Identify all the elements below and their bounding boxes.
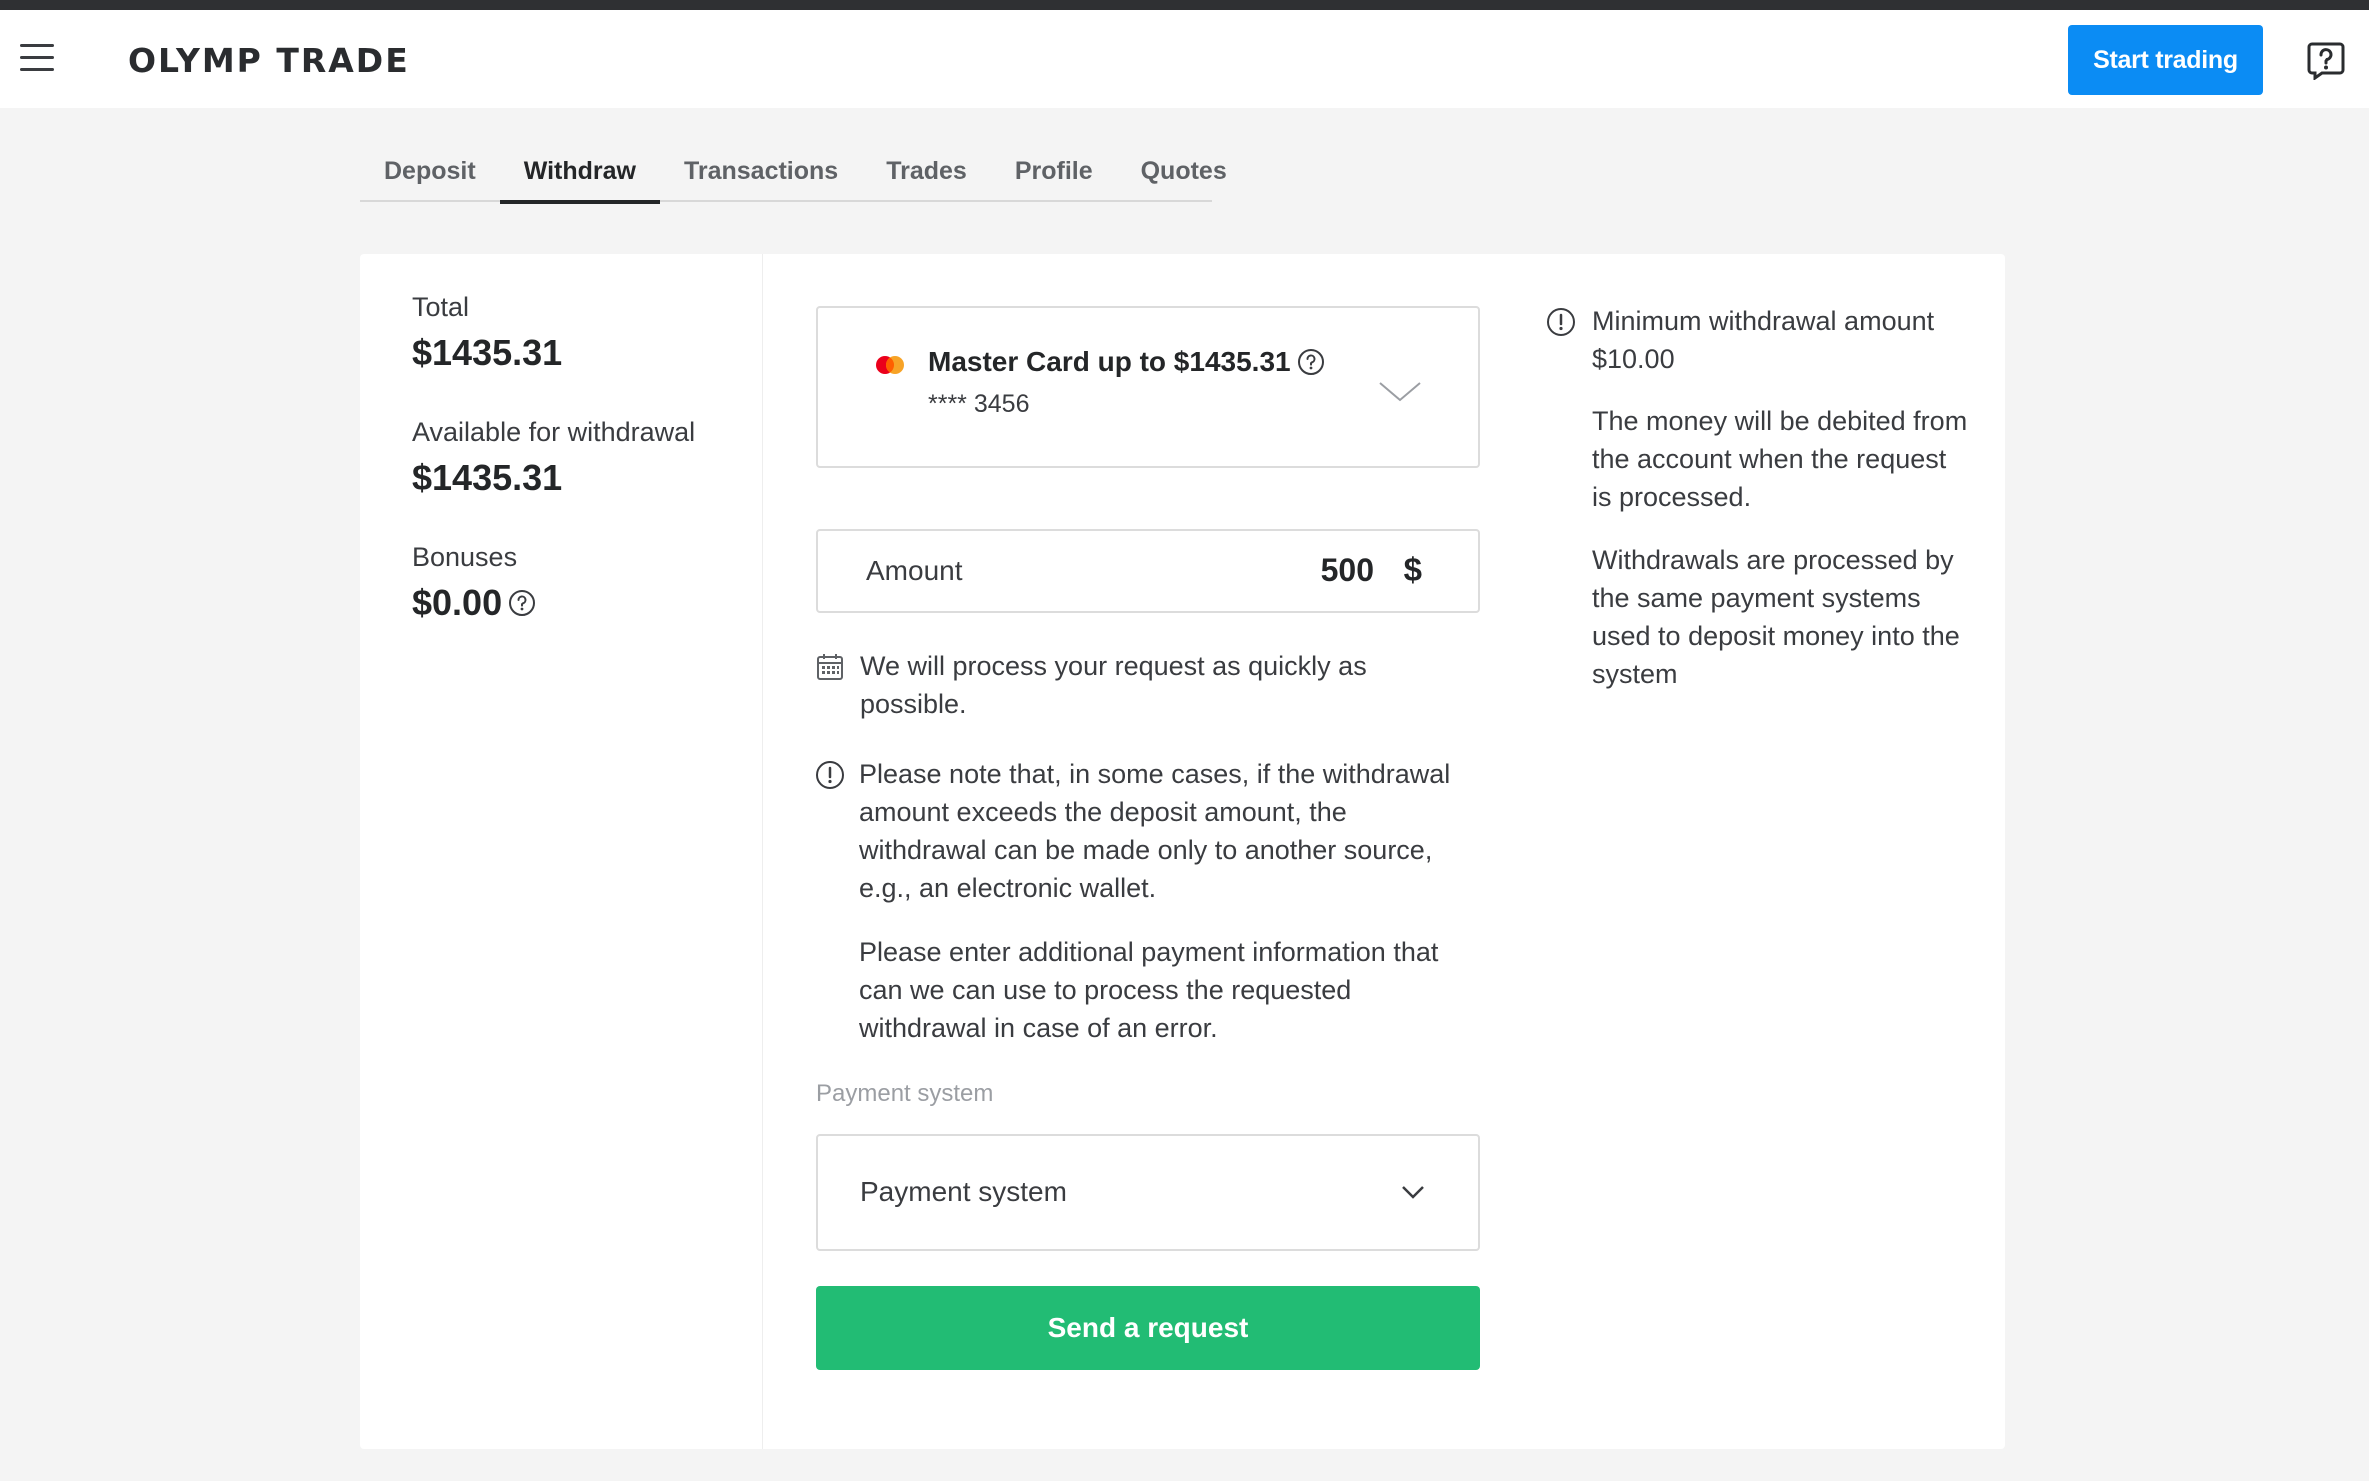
bonuses-label: Bonuses bbox=[412, 542, 518, 572]
total-value: $1435.31 bbox=[412, 332, 562, 374]
bonuses-value: $0.00 bbox=[412, 582, 536, 624]
tab-quotes[interactable]: Quotes bbox=[1117, 140, 1251, 202]
start-trading-button[interactable]: Start trading bbox=[2068, 25, 2263, 95]
calendar-icon bbox=[817, 654, 843, 680]
send-request-button[interactable]: Send a request bbox=[816, 1286, 1480, 1370]
minimum-withdrawal-note: Minimum withdrawal amount $10.00 bbox=[1592, 306, 1935, 374]
amount-field[interactable]: Amount 500 $ bbox=[816, 529, 1480, 613]
amount-label: Amount bbox=[866, 555, 963, 586]
amount-input[interactable]: 500 bbox=[1321, 552, 1374, 589]
top-strip bbox=[0, 0, 2369, 10]
mastercard-icon bbox=[876, 356, 904, 374]
total-label: Total bbox=[412, 292, 470, 322]
payment-system-select[interactable]: Payment system bbox=[816, 1134, 1480, 1251]
payment-system-value: Payment system bbox=[860, 1176, 1067, 1207]
help-icon[interactable] bbox=[2306, 40, 2346, 80]
question-icon[interactable] bbox=[1297, 348, 1325, 376]
tab-trades[interactable]: Trades bbox=[862, 140, 991, 202]
card-title-text: Master Card up to $1435.31 bbox=[928, 346, 1291, 377]
tab-withdraw[interactable]: Withdraw bbox=[499, 140, 661, 204]
chevron-down-icon bbox=[1402, 1186, 1424, 1199]
account-tabs: Deposit Withdraw Transactions Trades Pro… bbox=[360, 140, 1227, 204]
card-number: **** 3456 bbox=[928, 390, 1030, 418]
processing-note: Withdrawals are processed by the same pa… bbox=[1592, 545, 1960, 689]
currency-symbol: $ bbox=[1403, 551, 1422, 588]
question-icon[interactable] bbox=[508, 589, 536, 617]
info-icon bbox=[816, 761, 844, 789]
chevron-down-icon[interactable] bbox=[1378, 380, 1422, 404]
tab-profile[interactable]: Profile bbox=[991, 140, 1117, 202]
process-note: We will process your request as quickly … bbox=[860, 651, 1367, 719]
card-title: Master Card up to $1435.31 bbox=[928, 346, 1325, 378]
additional-info-note: Please enter additional payment informat… bbox=[859, 937, 1439, 1043]
logo[interactable]: OLYMP TRADE bbox=[128, 40, 410, 80]
withdraw-card: Total $1435.31 Available for withdrawal … bbox=[360, 254, 2005, 1449]
available-amount: $1435.31 bbox=[412, 457, 563, 498]
available-label: Available for withdrawal bbox=[412, 417, 696, 447]
card-select[interactable]: Master Card up to $1435.31 **** 3456 bbox=[816, 306, 1480, 468]
info-icon bbox=[1547, 308, 1575, 336]
balance-panel: Total $1435.31 Available for withdrawal … bbox=[360, 254, 763, 1449]
logo-text: OLYMP TRADE bbox=[128, 40, 410, 80]
debit-note: The money will be debited from the accou… bbox=[1592, 406, 1968, 512]
total-amount: $1435.31 bbox=[412, 332, 563, 373]
bonuses-amount: $0.00 bbox=[412, 582, 503, 623]
payment-system-label: Payment system bbox=[816, 1080, 994, 1107]
tab-deposit[interactable]: Deposit bbox=[360, 140, 500, 202]
menu-icon[interactable] bbox=[20, 44, 54, 74]
warning-note: Please note that, in some cases, if the … bbox=[859, 759, 1451, 903]
available-value: $1435.31 bbox=[412, 457, 562, 499]
tab-transactions[interactable]: Transactions bbox=[660, 140, 862, 202]
header: OLYMP TRADE Start trading bbox=[0, 10, 2369, 108]
